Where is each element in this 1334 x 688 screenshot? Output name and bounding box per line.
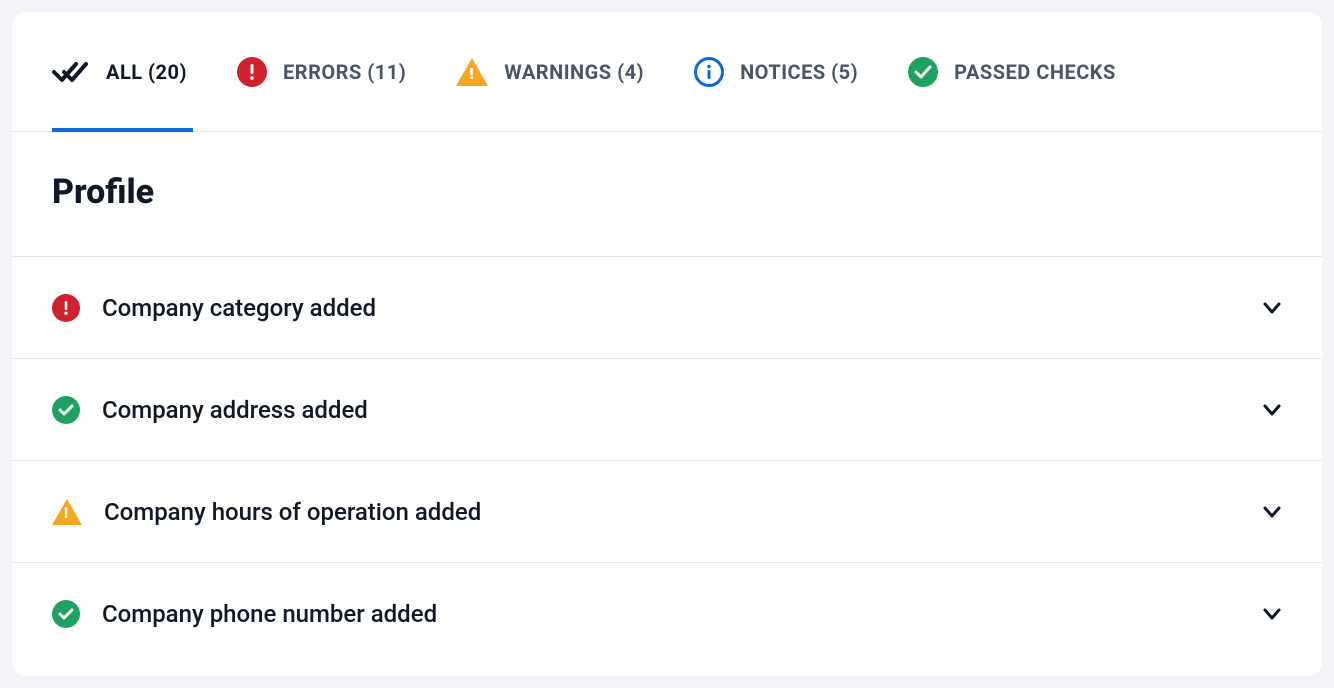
tab-errors-label: ERRORS (11): [283, 60, 406, 84]
check-row-label: Company category added: [102, 294, 1240, 322]
warning-icon: !: [52, 499, 82, 525]
tab-all-label: ALL (20): [106, 60, 187, 84]
tab-passed-label: PASSED CHECKS: [954, 60, 1116, 84]
check-row-label: Company address added: [102, 396, 1240, 424]
tab-warnings[interactable]: ! WARNINGS (4): [456, 12, 644, 131]
chevron-down-icon: [1262, 298, 1282, 318]
section-title: Profile: [12, 132, 1322, 257]
tab-notices[interactable]: NOTICES (5): [694, 12, 858, 131]
checks-list: Company category added Company address a…: [12, 257, 1322, 665]
tab-all[interactable]: ALL (20): [52, 12, 187, 131]
check-row-label: Company phone number added: [102, 600, 1240, 628]
tab-notices-label: NOTICES (5): [740, 60, 858, 84]
tab-passed[interactable]: PASSED CHECKS: [908, 12, 1116, 131]
tabs-bar: ALL (20) ERRORS (11) ! WARNINGS (4): [12, 12, 1322, 132]
checks-card: ALL (20) ERRORS (11) ! WARNINGS (4): [12, 12, 1322, 676]
error-icon: [237, 57, 267, 87]
check-icon: [52, 396, 80, 424]
double-check-icon: [52, 60, 90, 84]
tab-errors[interactable]: ERRORS (11): [237, 12, 406, 131]
info-icon: [694, 57, 724, 87]
check-icon: [52, 600, 80, 628]
error-icon: [52, 294, 80, 322]
check-row[interactable]: Company category added: [12, 257, 1322, 359]
check-row[interactable]: Company phone number added: [12, 563, 1322, 665]
chevron-down-icon: [1262, 400, 1282, 420]
chevron-down-icon: [1262, 604, 1282, 624]
check-row[interactable]: ! Company hours of operation added: [12, 461, 1322, 563]
tab-warnings-label: WARNINGS (4): [504, 60, 644, 84]
check-row[interactable]: Company address added: [12, 359, 1322, 461]
check-row-label: Company hours of operation added: [104, 498, 1240, 526]
warning-icon: !: [456, 58, 488, 86]
check-icon: [908, 57, 938, 87]
chevron-down-icon: [1262, 502, 1282, 522]
